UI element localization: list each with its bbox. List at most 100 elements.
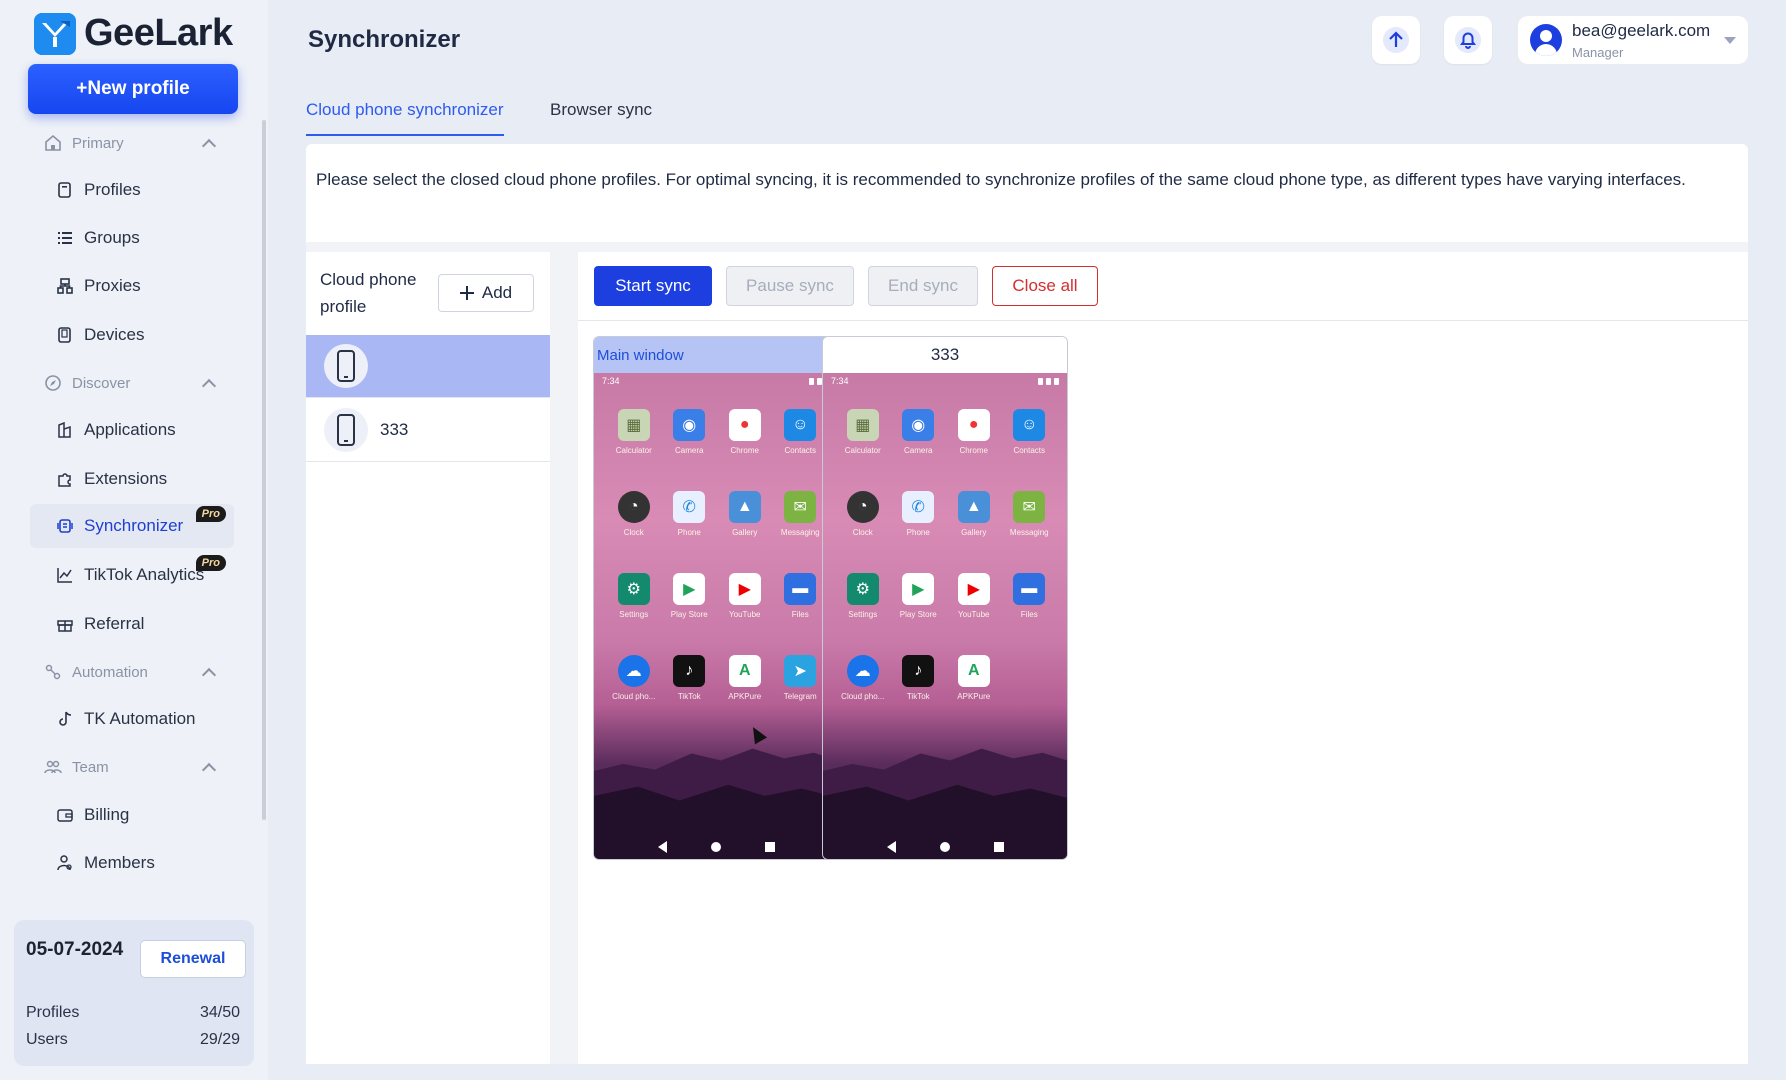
sidebar-item-tk-automation[interactable]: TK Automation [30,697,234,741]
app-youtube[interactable]: ▶ YouTube [717,573,773,635]
nav-section-automation[interactable]: Automation [44,660,217,684]
renewal-button[interactable]: Renewal [140,940,246,978]
pause-sync-button[interactable]: Pause sync [726,266,854,306]
close-all-button[interactable]: Close all [992,266,1098,306]
app-files[interactable]: ▬ Files [1002,573,1058,635]
app-label: Phone [906,528,930,537]
app-label: Clock [852,528,873,537]
pane-divider[interactable] [550,252,578,1064]
profile-row[interactable] [306,335,550,398]
new-profile-button[interactable]: +New profile [28,64,238,114]
nav-section-discover[interactable]: Discover [44,371,217,395]
android-nav-bar [594,841,838,853]
app-play-store[interactable]: ▶ Play Store [891,573,947,635]
app-calculator[interactable]: ▦ Calculator [606,409,662,471]
profile-row[interactable]: 333 [306,399,550,462]
sidebar-item-profiles[interactable]: Profiles [30,168,234,212]
arrow-up-icon [1383,27,1409,53]
app-settings[interactable]: ⚙ Settings [835,573,891,635]
app-cloud-pho[interactable]: ☁ Cloud pho... [606,655,662,717]
phone-window-333[interactable]: 333 7:34 ▦ Calculator ◉ Camera ● Chrome ☺ Conta… [822,336,1068,860]
app-messaging[interactable]: ✉ Messaging [1002,491,1058,553]
sidebar-item-extensions[interactable]: Extensions [30,457,234,501]
sidebar-item-devices[interactable]: Devices [30,313,234,357]
app-phone[interactable]: ✆ Phone [662,491,718,553]
tab-browser-sync[interactable]: Browser sync [550,100,652,134]
app-youtube[interactable]: ▶ YouTube [946,573,1002,635]
app-grid: ▦ Calculator ◉ Camera ● Chrome ☺ Contacts ◔ Clock… [835,409,1057,717]
app-apkpure[interactable]: A APKPure [946,655,1002,717]
camera-icon: ◉ [902,409,935,441]
contacts-icon: ☺ [1013,409,1046,441]
app-play-store[interactable]: ▶ Play Store [662,573,718,635]
nav-section-label: Primary [72,134,124,152]
plus-icon [459,286,474,300]
sidebar-item-groups[interactable]: Groups [30,216,234,260]
clock-icon: ◔ [617,491,650,523]
sidebar-scrollbar[interactable] [262,120,266,820]
app-messaging[interactable]: ✉ Messaging [773,491,829,553]
app-label: Clock [623,528,644,537]
app-clock[interactable]: ◔ Clock [606,491,662,553]
end-sync-button[interactable]: End sync [868,266,978,306]
plan-profiles-label: Profiles [26,1004,80,1021]
home-button-icon[interactable] [710,842,721,852]
chevron-up-icon [201,667,217,682]
sidebar-item-members[interactable]: Members [30,841,234,885]
app-settings[interactable]: ⚙ Settings [606,573,662,635]
app-gallery[interactable]: ▲ Gallery [717,491,773,553]
app-contacts[interactable]: ☺ Contacts [773,409,829,471]
sidebar-item-referral[interactable]: Referral [30,602,234,646]
logo[interactable]: GeeLark [34,12,233,55]
app-gallery[interactable]: ▲ Gallery [946,491,1002,553]
calculator-icon: ▦ [617,409,650,441]
app-telegram[interactable]: ➤ Telegram [773,655,829,717]
app-chrome[interactable]: ● Chrome [946,409,1002,471]
app-contacts[interactable]: ☺ Contacts [1002,409,1058,471]
sidebar-item-label: Members [84,853,155,872]
app-chrome[interactable]: ● Chrome [717,409,773,471]
sidebar-item-proxies[interactable]: Proxies [30,264,234,308]
recent-apps-icon[interactable] [764,842,775,852]
app-tiktok[interactable]: ♪ TikTok [891,655,947,717]
nav-section-team[interactable]: Team [44,755,217,779]
app-grid: ▦ Calculator ◉ Camera ● Chrome ☺ Contacts ◔ Clock… [606,409,828,717]
notifications-button[interactable] [1444,16,1492,64]
app-label: Cloud pho... [612,692,656,701]
chevron-up-icon [201,138,217,153]
device-icon [56,326,74,344]
home-button-icon[interactable] [939,842,950,852]
plan-card: 05-07-2024 Renewal Profiles 34/50 Users … [14,920,254,1066]
start-sync-button[interactable]: Start sync [594,266,712,306]
phone-screen[interactable]: 7:34 ▦ Calculator ◉ Camera ● Chrome ☺ Contacts ◔… [823,373,1067,859]
user-menu[interactable]: bea@geelark.com Manager [1518,16,1748,64]
app-cloud-pho[interactable]: ☁ Cloud pho... [835,655,891,717]
sidebar-item-applications[interactable]: Applications [30,408,234,452]
nav-section-primary[interactable]: Primary [44,131,217,155]
nav-section-label: Automation [72,663,148,681]
synchronizer-icon [56,517,74,535]
phone-window-main[interactable]: Main window 7:34 ▦ Calculator ◉ Camera ● Chro… [593,336,839,860]
tab-cloud-phone-synchronizer[interactable]: Cloud phone synchronizer [306,100,504,136]
app-files[interactable]: ▬ Files [773,573,829,635]
app-tiktok[interactable]: ♪ TikTok [662,655,718,717]
sidebar-item-billing[interactable]: Billing [30,793,234,837]
telegram-icon: ➤ [784,655,817,687]
add-profile-button[interactable]: Add [438,274,534,312]
app-label: APKPure [728,692,762,701]
app-camera[interactable]: ◉ Camera [891,409,947,471]
app-calculator[interactable]: ▦ Calculator [835,409,891,471]
sidebar-item-tiktok-analytics[interactable]: TikTok Analytics Pro [30,553,234,597]
app-label: Play Store [899,610,937,619]
back-icon[interactable] [886,841,896,853]
sidebar-item-synchronizer[interactable]: Synchronizer Pro [30,504,234,548]
recent-apps-icon[interactable] [993,842,1004,852]
upload-button[interactable] [1372,16,1420,64]
app-clock[interactable]: ◔ Clock [835,491,891,553]
phone-screen[interactable]: 7:34 ▦ Calculator ◉ Camera ● Chrome ☺ Contacts ◔… [594,373,838,859]
app-camera[interactable]: ◉ Camera [662,409,718,471]
back-icon[interactable] [657,841,667,853]
app-phone[interactable]: ✆ Phone [891,491,947,553]
tiktok-icon: ♪ [673,655,706,687]
app-apkpure[interactable]: A APKPure [717,655,773,717]
